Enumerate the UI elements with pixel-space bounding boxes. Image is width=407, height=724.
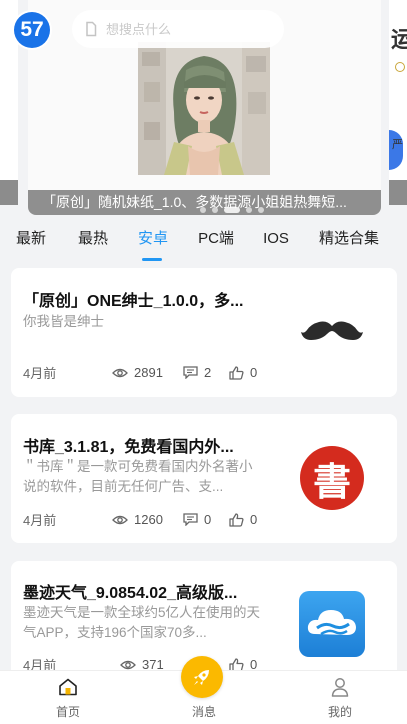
tab-hot[interactable]: 最热 [76,222,110,258]
comments-stat: 0 [183,512,211,527]
views-stat: 1260 [112,512,163,527]
app-card-title: 「原创」ONE绅士_1.0.0，多... [23,293,244,310]
nav-home-label: 首页 [55,705,80,719]
active-tab-indicator [142,258,162,261]
views-count: 2891 [134,365,163,380]
thumbs-up-icon [229,512,244,527]
app-card[interactable]: 书库_3.1.81，免费看国内外... ＂书库＂是一款可免费看国内外名著小说的软… [11,414,397,543]
comment-icon [183,366,198,379]
app-card-description: 你我皆是绅士 [23,314,104,329]
girl-photo-illustration [138,42,270,175]
app-logo[interactable]: 57 [14,12,50,48]
app-card-description: 墨迹天气是一款全球约5亿人在使用的天气APP，支持196个国家70多... [23,605,261,640]
views-stat: 2891 [112,365,163,380]
next-banner-badge-icon [395,62,405,72]
rocket-icon [194,670,209,685]
likes-count: 0 [250,365,258,380]
app-card[interactable]: 「原创」ONE绅士_1.0.0，多... 你我皆是绅士 4月前 2891 2 0 [11,268,397,397]
tab-pc[interactable]: PC端 [196,222,236,258]
likes-stat[interactable]: 0 [229,365,257,380]
tab-ios[interactable]: IOS [260,222,292,258]
app-card-title: 墨迹天气_9.0854.02_高级版... [23,585,238,602]
eye-icon [112,368,128,377]
comment-icon [183,513,198,526]
nav-mine-label: 我的 [327,705,352,719]
prev-banner-caption-bar [0,180,18,205]
comments-count: 2 [204,365,212,380]
comments-count: 0 [204,512,212,527]
book-icon-glyph: 書 [312,458,351,504]
comments-stat: 2 [183,365,211,380]
thumbs-up-icon [229,365,244,380]
user-icon [331,678,349,697]
likes-count: 0 [250,512,258,527]
views-count: 1260 [134,512,163,527]
weather-cloud-icon [299,591,365,657]
likes-stat[interactable]: 0 [229,512,257,527]
tab-featured[interactable]: 精选合集 [317,222,381,258]
carousel-dot[interactable] [246,207,252,213]
search-doc-icon [86,21,97,37]
app-card-time: 4月前 [23,513,57,528]
mustache-icon [299,298,365,364]
home-icon [59,678,77,696]
nav-mine[interactable]: 我的 [300,671,380,724]
carousel-dot-active[interactable] [224,207,240,213]
carousel-dot[interactable] [200,207,206,213]
banner-photo [138,42,270,175]
next-banner-tiny-text: 严 [392,139,403,151]
app-card-title: 书库_3.1.81，免费看国内外... [23,439,234,456]
category-tabs: 最新 最热 安卓 PC端 IOS 精选合集 [0,222,407,262]
search-input[interactable] [106,21,276,37]
next-banner-caption-bar [389,180,407,205]
banner-carousel[interactable]: 「原创」随机妹纸_1.0、多数据源小姐姐热舞短... 运 严 57 [0,0,407,220]
eye-icon [120,660,136,669]
carousel-dots [200,207,264,213]
app-card-time: 4月前 [23,366,57,381]
next-banner-glyph: 运 [391,27,407,52]
carousel-dot[interactable] [212,207,218,213]
nav-messages-label: 消息 [191,705,216,719]
next-banner-card[interactable]: 运 严 [389,0,407,205]
nav-home[interactable]: 首页 [28,671,108,724]
carousel-dot[interactable] [258,207,264,213]
tab-android[interactable]: 安卓 [136,222,170,258]
app-card-description: ＂书库＂是一款可免费看国内外名著小说的软件，目前无任何广告、支... [23,459,253,494]
shu-book-icon: 書 [299,445,365,511]
tab-latest[interactable]: 最新 [14,222,48,258]
eye-icon [112,515,128,524]
rocket-action-button[interactable] [181,656,223,698]
search-bar[interactable] [72,10,284,48]
